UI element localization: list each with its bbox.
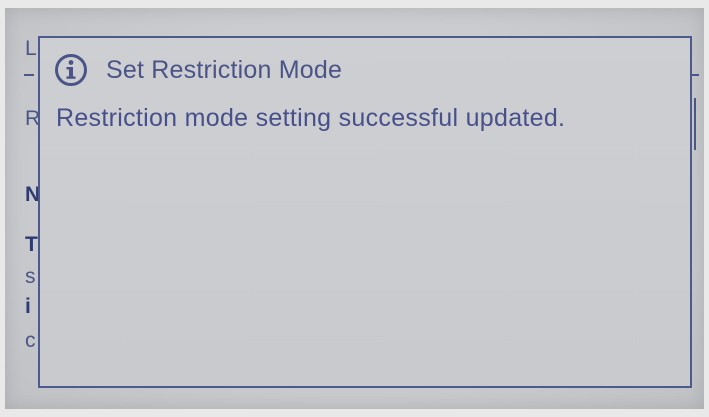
background-underline	[691, 74, 699, 76]
dialog-header: Set Restriction Mode	[54, 48, 342, 92]
message-dialog[interactable]: Set Restriction Mode Restriction mode se…	[38, 36, 692, 388]
background-text-fragment: i	[25, 295, 31, 318]
background-scrollbar	[694, 98, 696, 150]
background-text-fragment: s	[25, 265, 36, 288]
device-screen: L R N T s i c Set Restriction Mode Restr…	[5, 8, 704, 409]
background-underline	[24, 74, 34, 76]
dialog-message: Restriction mode setting successful upda…	[56, 104, 566, 132]
background-text-fragment: L	[25, 37, 37, 60]
background-text-fragment: T	[25, 233, 38, 256]
dialog-title: Set Restriction Mode	[106, 55, 343, 84]
info-icon	[55, 54, 87, 86]
background-text-fragment: c	[25, 329, 36, 352]
